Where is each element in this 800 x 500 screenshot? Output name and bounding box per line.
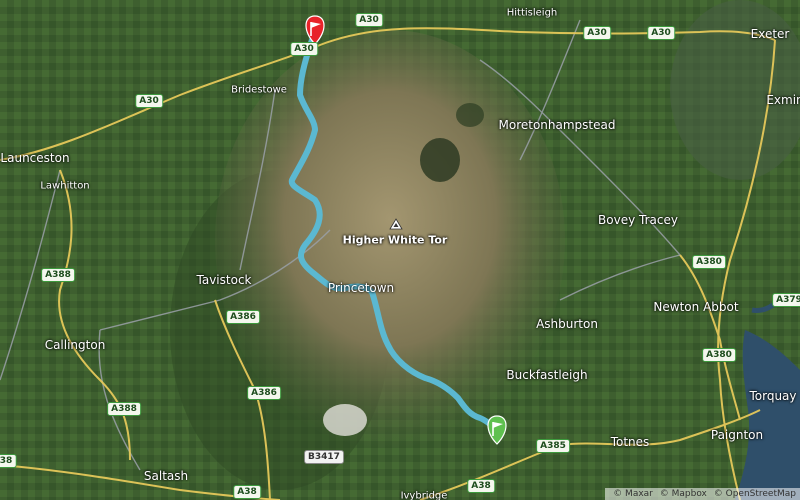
place-label-hittisleigh: Hittisleigh: [506, 7, 558, 19]
road-shield-a30-top: A30: [355, 13, 383, 27]
map-attribution: © Maxar © Mapbox © OpenStreetMap: [605, 488, 800, 500]
road-shield-a386-tavistock: A386: [226, 310, 260, 324]
place-label-ashburton: Ashburton: [536, 317, 598, 331]
road-shield-a379: A379: [772, 293, 800, 307]
place-label-callington: Callington: [44, 338, 106, 352]
place-label-newton-abbot: Newton Abbot: [653, 300, 739, 314]
road-shield-a30-east-1: A30: [583, 26, 611, 40]
place-label-launceston: Launceston: [0, 151, 70, 165]
road-shield-a38-right: A38: [467, 479, 495, 493]
road-shield-a385: A385: [536, 439, 570, 453]
road-shield-a30-start: A30: [290, 42, 318, 56]
road-shield-a30-west: A30: [135, 94, 163, 108]
attribution-maxar-link[interactable]: © Maxar: [613, 489, 653, 499]
woodland-patch: [420, 138, 460, 182]
road-shield-a38-left: A38: [233, 485, 261, 499]
place-label-bridestowe: Bridestowe: [231, 84, 287, 96]
place-label-tavistock: Tavistock: [196, 273, 252, 287]
place-label-moretonhampstead: Moretonhampstead: [498, 118, 616, 132]
place-label-ivybridge: Ivybridge: [400, 490, 448, 500]
attribution-mapbox-link[interactable]: © Mapbox: [660, 489, 707, 499]
road-shield-a38-edge: 38: [0, 454, 17, 468]
road-shield-a380-newton: A380: [702, 348, 736, 362]
place-label-buckfastleigh: Buckfastleigh: [506, 368, 588, 382]
place-label-torquay: Torquay: [749, 389, 797, 403]
clay-works-area: [323, 404, 367, 436]
place-label-lawhitton: Lawhitton: [40, 180, 90, 192]
place-label-higher-white-tor: Higher White Tor: [342, 233, 448, 247]
road-shield-a386-south: A386: [247, 386, 281, 400]
road-shield-a388-north: A388: [41, 268, 75, 282]
map-view[interactable]: Hittisleigh Exeter Exmin Bridestowe More…: [0, 0, 800, 500]
place-label-princetown: Princetown: [327, 281, 395, 295]
place-label-exmin: Exmin: [766, 93, 800, 107]
road-shield-a380-bovey: A380: [692, 255, 726, 269]
place-label-exeter: Exeter: [750, 27, 790, 41]
attribution-osm-link[interactable]: © OpenStreetMap: [714, 489, 796, 499]
road-shield-a30-east-2: A30: [647, 26, 675, 40]
woodland-patch: [456, 103, 484, 127]
place-label-saltash: Saltash: [143, 469, 189, 483]
place-label-bovey-tracey: Bovey Tracey: [598, 213, 678, 227]
place-label-paignton: Paignton: [710, 428, 764, 442]
map-base: [0, 0, 800, 500]
road-shield-a388-south: A388: [107, 402, 141, 416]
road-shield-b3417: B3417: [304, 450, 344, 464]
place-label-totnes: Totnes: [610, 435, 650, 449]
